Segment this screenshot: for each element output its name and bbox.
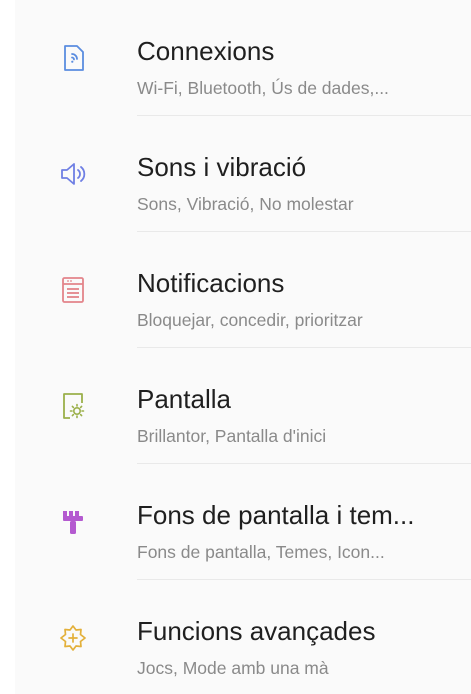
display-icon bbox=[58, 391, 88, 421]
wallpaper-themes-icon bbox=[58, 507, 88, 537]
settings-item-subtitle: Jocs, Mode amb una mà bbox=[137, 658, 329, 678]
notifications-icon bbox=[58, 275, 88, 305]
settings-item-wallpaper-themes[interactable]: Fons de pantalla i tem... Fons de pantal… bbox=[15, 464, 471, 580]
connections-icon bbox=[58, 43, 88, 73]
settings-item-title: Funcions avançades bbox=[137, 616, 376, 646]
settings-item-connections[interactable]: Connexions Wi-Fi, Bluetooth, Ús de dades… bbox=[15, 0, 471, 116]
settings-item-title: Fons de pantalla i tem... bbox=[137, 500, 415, 530]
settings-item-subtitle: Bloquejar, concedir, prioritzar bbox=[137, 310, 363, 330]
settings-item-subtitle: Fons de pantalla, Temes, Icon... bbox=[137, 542, 385, 562]
settings-item-subtitle: Brillantor, Pantalla d'inici bbox=[137, 426, 327, 446]
settings-item-title: Sons i vibració bbox=[137, 152, 307, 182]
settings-item-title: Notificacions bbox=[137, 268, 285, 298]
settings-item-display[interactable]: Pantalla Brillantor, Pantalla d'inici bbox=[15, 348, 471, 464]
settings-item-advanced-features[interactable]: Funcions avançades Jocs, Mode amb una mà bbox=[15, 580, 471, 694]
settings-item-sounds[interactable]: Sons i vibració Sons, Vibració, No moles… bbox=[15, 116, 471, 232]
settings-item-subtitle: Sons, Vibració, No molestar bbox=[137, 194, 354, 214]
settings-item-title: Pantalla bbox=[137, 384, 231, 414]
settings-item-title: Connexions bbox=[137, 36, 275, 66]
sound-icon bbox=[58, 159, 88, 189]
advanced-features-icon bbox=[58, 623, 88, 653]
settings-item-notifications[interactable]: Notificacions Bloquejar, concedir, prior… bbox=[15, 232, 471, 348]
settings-list: Connexions Wi-Fi, Bluetooth, Ús de dades… bbox=[15, 0, 471, 694]
settings-item-subtitle: Wi-Fi, Bluetooth, Ús de dades,... bbox=[137, 78, 389, 98]
settings-screen: Connexions Wi-Fi, Bluetooth, Ús de dades… bbox=[0, 0, 471, 694]
